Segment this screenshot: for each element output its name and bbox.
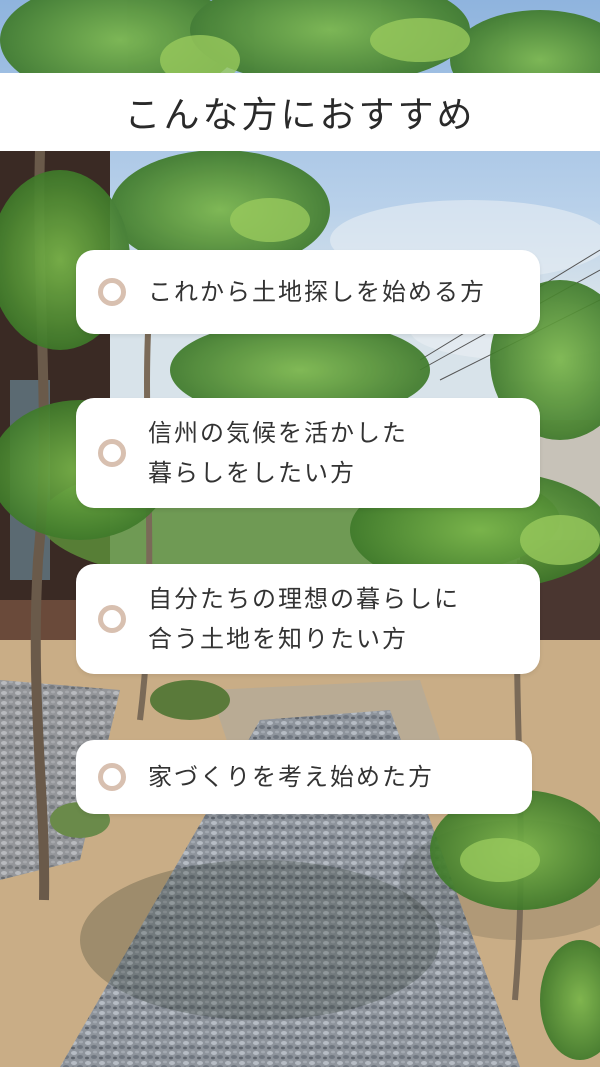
item-line: これから土地探しを始める方	[148, 278, 486, 306]
item-line: 家づくりを考え始めた方	[148, 763, 434, 791]
item-line: 合う土地を知りたい方	[148, 625, 408, 653]
page: こんな方におすすめ これから土地探しを始める方 信州の気候を活かした 暮らしをし…	[0, 0, 600, 1067]
item-text: これから土地探しを始める方	[148, 272, 486, 312]
item-line: 信州の気候を活かした	[148, 419, 408, 447]
item-text: 自分たちの理想の暮らしに 合う土地を知りたい方	[148, 579, 460, 659]
item-text: 信州の気候を活かした 暮らしをしたい方	[148, 413, 408, 493]
recommendation-item: 信州の気候を活かした 暮らしをしたい方	[76, 398, 540, 508]
recommendation-item: 家づくりを考え始めた方	[76, 740, 532, 814]
circle-bullet-icon	[98, 605, 126, 633]
circle-bullet-icon	[98, 763, 126, 791]
circle-bullet-icon	[98, 439, 126, 467]
item-text: 家づくりを考え始めた方	[148, 757, 434, 797]
page-title: こんな方におすすめ	[124, 95, 476, 136]
garden-background-photo	[0, 0, 600, 1067]
header-band: こんな方におすすめ	[0, 73, 600, 151]
recommendation-item: これから土地探しを始める方	[76, 250, 540, 334]
circle-bullet-icon	[98, 278, 126, 306]
recommendation-item: 自分たちの理想の暮らしに 合う土地を知りたい方	[76, 564, 540, 674]
item-line: 自分たちの理想の暮らしに	[148, 585, 460, 613]
item-line: 暮らしをしたい方	[148, 459, 356, 487]
